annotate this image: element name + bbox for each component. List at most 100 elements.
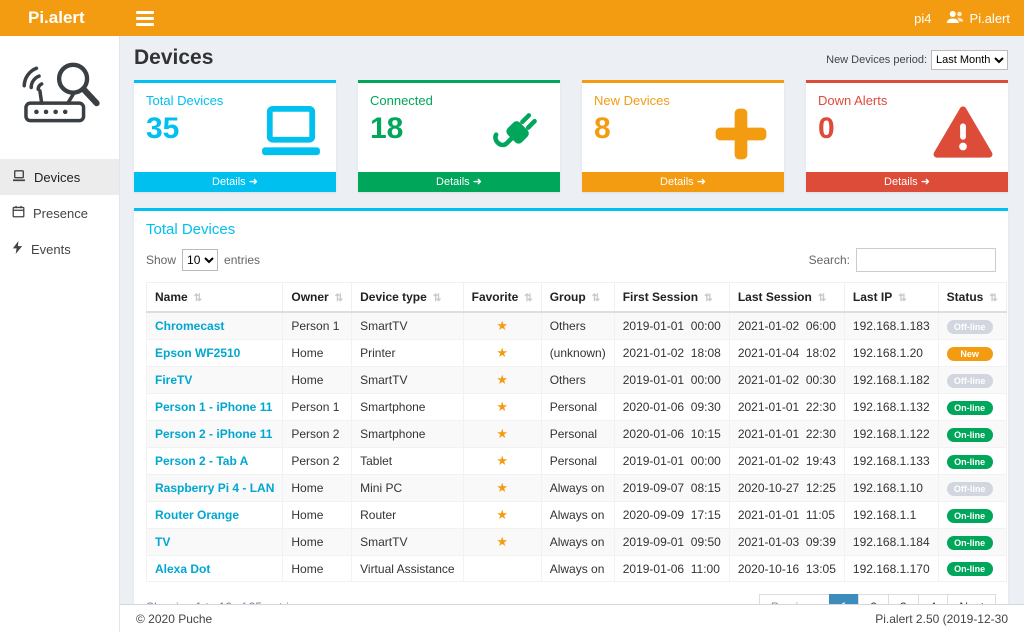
table-row: Person 2 - Tab APerson 2Tablet★Personal2… xyxy=(147,448,1007,475)
col-name[interactable]: Name⇅ xyxy=(147,283,283,313)
sort-icon: ⇅ xyxy=(898,293,906,304)
col-favorite[interactable]: Favorite⇅ xyxy=(463,283,541,313)
last-ip-cell: 192.168.1.182 xyxy=(844,367,938,394)
card-down-alerts: Down Alerts 0 Details ➜ xyxy=(806,80,1008,192)
pagination-next[interactable]: Next xyxy=(947,594,996,604)
details-button[interactable]: Details ➜ xyxy=(134,172,336,192)
device-name-link[interactable]: TV xyxy=(155,535,170,549)
device-table-body: ChromecastPerson 1SmartTV★Others2019-01-… xyxy=(147,312,1007,582)
device-name-link[interactable]: Router Orange xyxy=(155,508,239,522)
first-session-cell: 2019-01-01 00:00 xyxy=(614,312,729,340)
name-cell: Person 2 - Tab A xyxy=(147,448,283,475)
status-badge: On-line xyxy=(947,428,993,442)
sidebar-toggle-icon[interactable] xyxy=(136,11,154,26)
status-cell: New xyxy=(938,340,1006,367)
owner-cell: Home xyxy=(283,367,352,394)
device-name-link[interactable]: Person 2 - iPhone 11 xyxy=(155,427,272,441)
devices-table: Name⇅ Owner⇅ Device type⇅ Favorite⇅ Grou… xyxy=(146,282,1007,582)
pagination-page-2[interactable]: 2 xyxy=(858,594,889,604)
sort-icon: ⇅ xyxy=(335,293,343,304)
status-cell: On-line xyxy=(938,421,1006,448)
first-session-cell: 2019-09-07 08:15 xyxy=(614,475,729,502)
sidebar-item-devices[interactable]: Devices xyxy=(0,159,119,195)
favorite-cell: ★ xyxy=(463,421,541,448)
copyright-label: © 2020 Puche xyxy=(136,612,212,626)
last-session-cell: 2020-10-16 13:05 xyxy=(729,556,844,582)
user-label: Pi.alert xyxy=(970,11,1010,26)
last-session-cell: 2021-01-01 22:30 xyxy=(729,421,844,448)
user-menu[interactable]: Pi.alert xyxy=(946,10,1010,27)
period-label: New Devices period: xyxy=(826,54,927,66)
pagination-previous[interactable]: Previous xyxy=(759,594,830,604)
owner-cell: Home xyxy=(283,529,352,556)
last-session-cell: 2021-01-02 00:30 xyxy=(729,367,844,394)
group-cell: Always on xyxy=(541,529,614,556)
users-icon xyxy=(946,10,964,27)
pagination-page-4[interactable]: 4 xyxy=(918,594,949,604)
device-type-cell: Smartphone xyxy=(352,394,464,421)
plus-icon xyxy=(712,105,770,168)
group-cell: Personal xyxy=(541,448,614,475)
device-type-cell: SmartTV xyxy=(352,312,464,340)
last-ip-cell: 192.168.1.133 xyxy=(844,448,938,475)
col-first-session[interactable]: First Session⇅ xyxy=(614,283,729,313)
hostname-label: pi4 xyxy=(914,11,931,26)
details-button[interactable]: Details ➜ xyxy=(806,172,1008,192)
star-icon: ★ xyxy=(496,507,508,522)
sidebar: Devices Presence Events xyxy=(0,36,120,632)
details-button[interactable]: Details ➜ xyxy=(582,172,784,192)
group-cell: Always on xyxy=(541,502,614,529)
star-icon: ★ xyxy=(496,372,508,387)
owner-cell: Home xyxy=(283,340,352,367)
status-cell: Off-line xyxy=(938,475,1006,502)
search-input[interactable] xyxy=(856,248,996,272)
status-badge: Off-line xyxy=(947,320,993,334)
col-device-type[interactable]: Device type⇅ xyxy=(352,283,464,313)
status-badge: On-line xyxy=(947,509,993,523)
col-owner[interactable]: Owner⇅ xyxy=(283,283,352,313)
pagination-page-3[interactable]: 3 xyxy=(888,594,919,604)
sidebar-item-presence[interactable]: Presence xyxy=(0,195,119,231)
table-row: TVHomeSmartTV★Always on2019-09-01 09:502… xyxy=(147,529,1007,556)
device-name-link[interactable]: Alexa Dot xyxy=(155,562,210,576)
favorite-cell: ★ xyxy=(463,448,541,475)
device-name-link[interactable]: Person 2 - Tab A xyxy=(155,454,248,468)
device-name-link[interactable]: Raspberry Pi 4 - LAN xyxy=(155,481,274,495)
sidebar-item-label: Events xyxy=(31,242,71,257)
brand-logo[interactable]: Pi.alert xyxy=(0,8,120,28)
page-title: Devices xyxy=(134,46,213,70)
device-name-link[interactable]: Person 1 - iPhone 11 xyxy=(155,400,272,414)
favorite-cell: ★ xyxy=(463,367,541,394)
sidebar-item-events[interactable]: Events xyxy=(0,231,119,267)
favorite-cell: ★ xyxy=(463,312,541,340)
period-select[interactable]: Last Month xyxy=(931,50,1008,70)
star-icon: ★ xyxy=(496,453,508,468)
last-session-cell: 2021-01-04 18:02 xyxy=(729,340,844,367)
col-last-ip[interactable]: Last IP⇅ xyxy=(844,283,938,313)
first-session-cell: 2019-01-01 00:00 xyxy=(614,448,729,475)
device-name-link[interactable]: FireTV xyxy=(155,373,192,387)
card-new-devices: New Devices 8 Details ➜ xyxy=(582,80,784,192)
calendar-icon xyxy=(12,205,25,221)
star-icon: ★ xyxy=(496,399,508,414)
name-cell: Chromecast xyxy=(147,312,283,340)
sort-icon: ⇅ xyxy=(592,293,600,304)
name-cell: Router Orange xyxy=(147,502,283,529)
table-row: Person 2 - iPhone 11Person 2Smartphone★P… xyxy=(147,421,1007,448)
details-button[interactable]: Details ➜ xyxy=(358,172,560,192)
pagination-page-1[interactable]: 1 xyxy=(829,594,860,604)
device-name-link[interactable]: Chromecast xyxy=(155,319,224,333)
first-session-cell: 2019-01-06 11:00 xyxy=(614,556,729,582)
page-length-select[interactable]: 10 xyxy=(182,249,218,271)
laptop-icon xyxy=(260,105,322,164)
table-row: Alexa DotHomeVirtual AssistanceAlways on… xyxy=(147,556,1007,582)
col-status[interactable]: Status⇅ xyxy=(938,283,1006,313)
device-name-link[interactable]: Epson WF2510 xyxy=(155,346,240,360)
favorite-cell: ★ xyxy=(463,340,541,367)
name-cell: Alexa Dot xyxy=(147,556,283,582)
bolt-icon xyxy=(12,241,23,257)
col-group[interactable]: Group⇅ xyxy=(541,283,614,313)
status-badge: New xyxy=(947,347,993,361)
col-last-session[interactable]: Last Session⇅ xyxy=(729,283,844,313)
status-cell: On-line xyxy=(938,556,1006,582)
